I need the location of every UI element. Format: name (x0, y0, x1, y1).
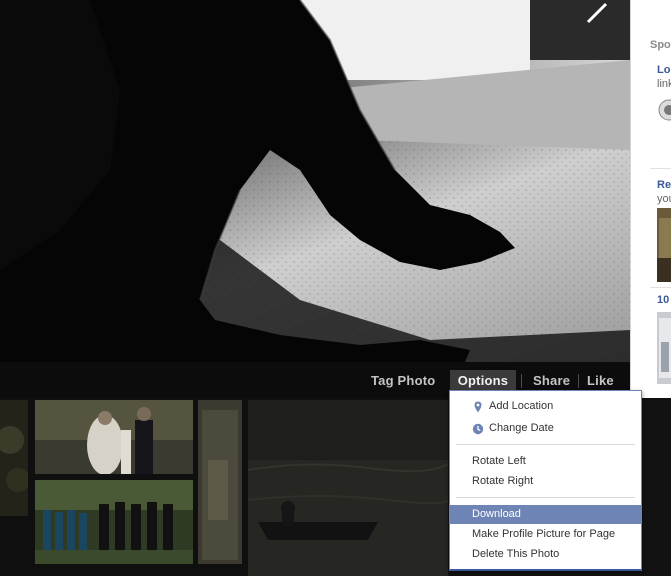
sponsored-sidebar: Spo Loc link Re you 10 (630, 0, 671, 398)
photo-thumbnail[interactable] (35, 400, 193, 474)
photo-image (0, 0, 630, 362)
main-photo (0, 0, 630, 362)
share-link[interactable]: Share (533, 373, 570, 389)
menu-separator (456, 497, 635, 498)
ad-text: you (657, 193, 671, 205)
options-dropdown-menu: Add Location Change Date Rotate Left Rot… (449, 390, 642, 571)
ad-divider (650, 287, 671, 288)
menu-item-label: Download (472, 508, 521, 520)
menu-item-label: Make Profile Picture for Page (472, 528, 616, 540)
ad-image[interactable] (657, 96, 671, 124)
like-link[interactable]: Like (587, 373, 614, 389)
menu-item-download[interactable]: Download (450, 505, 641, 524)
action-separator (521, 374, 522, 388)
photo-thumbnail[interactable] (35, 480, 193, 564)
menu-item-change-date[interactable]: Change Date (450, 419, 641, 438)
options-button[interactable]: Options (450, 370, 516, 391)
ad-divider (650, 168, 671, 169)
tag-photo-link[interactable]: Tag Photo (371, 373, 435, 389)
menu-item-label: Rotate Left (472, 455, 526, 467)
ad-title[interactable]: Loc (657, 64, 671, 76)
menu-item-label: Rotate Right (472, 475, 534, 487)
menu-separator (456, 444, 635, 445)
clock-icon (472, 423, 484, 435)
ad-text: link (657, 78, 671, 90)
menu-item-rotate-left[interactable]: Rotate Left (450, 452, 641, 471)
menu-item-label: Add Location (489, 400, 554, 412)
action-separator (578, 374, 579, 388)
menu-item-delete-photo[interactable]: Delete This Photo (450, 545, 641, 564)
photo-thumbnail[interactable] (198, 400, 242, 564)
menu-item-label: Change Date (489, 422, 554, 434)
menu-item-add-location[interactable]: Add Location (450, 397, 641, 416)
ad-title[interactable]: 10 (657, 294, 669, 306)
ad-title[interactable]: Re (657, 179, 671, 191)
map-pin-icon (474, 401, 482, 413)
photo-thumbnail[interactable] (0, 400, 28, 516)
ad-image[interactable] (657, 312, 671, 384)
menu-item-label: Delete This Photo (472, 548, 560, 560)
next-photo-arrow-icon[interactable] (582, 0, 616, 24)
menu-item-rotate-right[interactable]: Rotate Right (450, 472, 641, 491)
menu-item-make-profile-picture[interactable]: Make Profile Picture for Page (450, 525, 641, 544)
sponsored-header: Spo (650, 39, 671, 51)
ad-image[interactable] (657, 208, 671, 282)
photo-thumbnail[interactable] (248, 400, 448, 576)
